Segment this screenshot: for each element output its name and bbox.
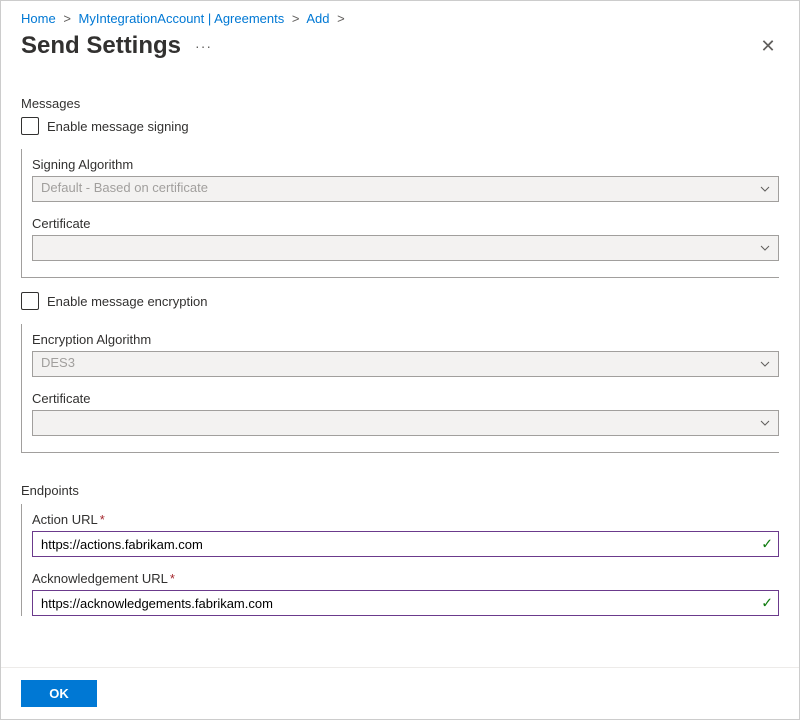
enable-encryption-checkbox[interactable] (21, 292, 39, 310)
ok-button[interactable]: OK (21, 680, 97, 707)
chevron-down-icon (760, 420, 770, 426)
page-title: Send Settings (21, 32, 181, 60)
breadcrumb: Home > MyIntegrationAccount | Agreements… (1, 1, 799, 32)
footer: OK (1, 667, 799, 719)
checkmark-icon: ✓ (761, 595, 773, 612)
signing-certificate-label: Certificate (32, 216, 779, 231)
enable-signing-row: Enable message signing (21, 117, 779, 135)
encryption-algorithm-dropdown[interactable]: DES3 (32, 351, 779, 377)
chevron-down-icon (760, 186, 770, 192)
chevron-right-icon: > (292, 11, 300, 26)
close-icon[interactable]: ✕ (757, 35, 779, 57)
encryption-algorithm-value: DES3 (41, 355, 75, 370)
endpoints-section-label: Endpoints (21, 483, 779, 498)
required-indicator: * (100, 512, 105, 527)
required-indicator: * (170, 571, 175, 586)
signing-algorithm-label: Signing Algorithm (32, 157, 779, 172)
ack-url-label: Acknowledgement URL* (32, 571, 779, 586)
action-url-input-wrap: ✓ (32, 531, 779, 557)
signing-algorithm-dropdown[interactable]: Default - Based on certificate (32, 176, 779, 202)
encryption-algorithm-label: Encryption Algorithm (32, 332, 779, 347)
chevron-right-icon: > (63, 11, 71, 26)
more-icon[interactable]: ··· (195, 38, 212, 54)
breadcrumb-link-add[interactable]: Add (306, 11, 329, 26)
page-header: Send Settings ··· ✕ (1, 32, 799, 72)
signing-certificate-dropdown[interactable] (32, 235, 779, 261)
chevron-right-icon: > (337, 11, 345, 26)
enable-signing-label: Enable message signing (47, 119, 189, 134)
encryption-certificate-label: Certificate (32, 391, 779, 406)
ack-url-input-wrap: ✓ (32, 590, 779, 616)
messages-section-label: Messages (21, 96, 779, 111)
content-area: Messages Enable message signing Signing … (1, 96, 799, 636)
ack-url-input[interactable] (32, 590, 779, 616)
signing-algorithm-value: Default - Based on certificate (41, 180, 208, 195)
chevron-down-icon (760, 245, 770, 251)
enable-signing-checkbox[interactable] (21, 117, 39, 135)
encryption-certificate-dropdown[interactable] (32, 410, 779, 436)
endpoints-group: Action URL* ✓ Acknowledgement URL* ✓ (21, 504, 779, 616)
enable-encryption-row: Enable message encryption (21, 292, 779, 310)
checkmark-icon: ✓ (761, 536, 773, 553)
breadcrumb-link-home[interactable]: Home (21, 11, 56, 26)
action-url-label: Action URL* (32, 512, 779, 527)
encryption-group: Encryption Algorithm DES3 Certificate (21, 324, 779, 453)
breadcrumb-link-account[interactable]: MyIntegrationAccount | Agreements (79, 11, 285, 26)
chevron-down-icon (760, 361, 770, 367)
signing-group: Signing Algorithm Default - Based on cer… (21, 149, 779, 278)
action-url-input[interactable] (32, 531, 779, 557)
enable-encryption-label: Enable message encryption (47, 294, 207, 309)
